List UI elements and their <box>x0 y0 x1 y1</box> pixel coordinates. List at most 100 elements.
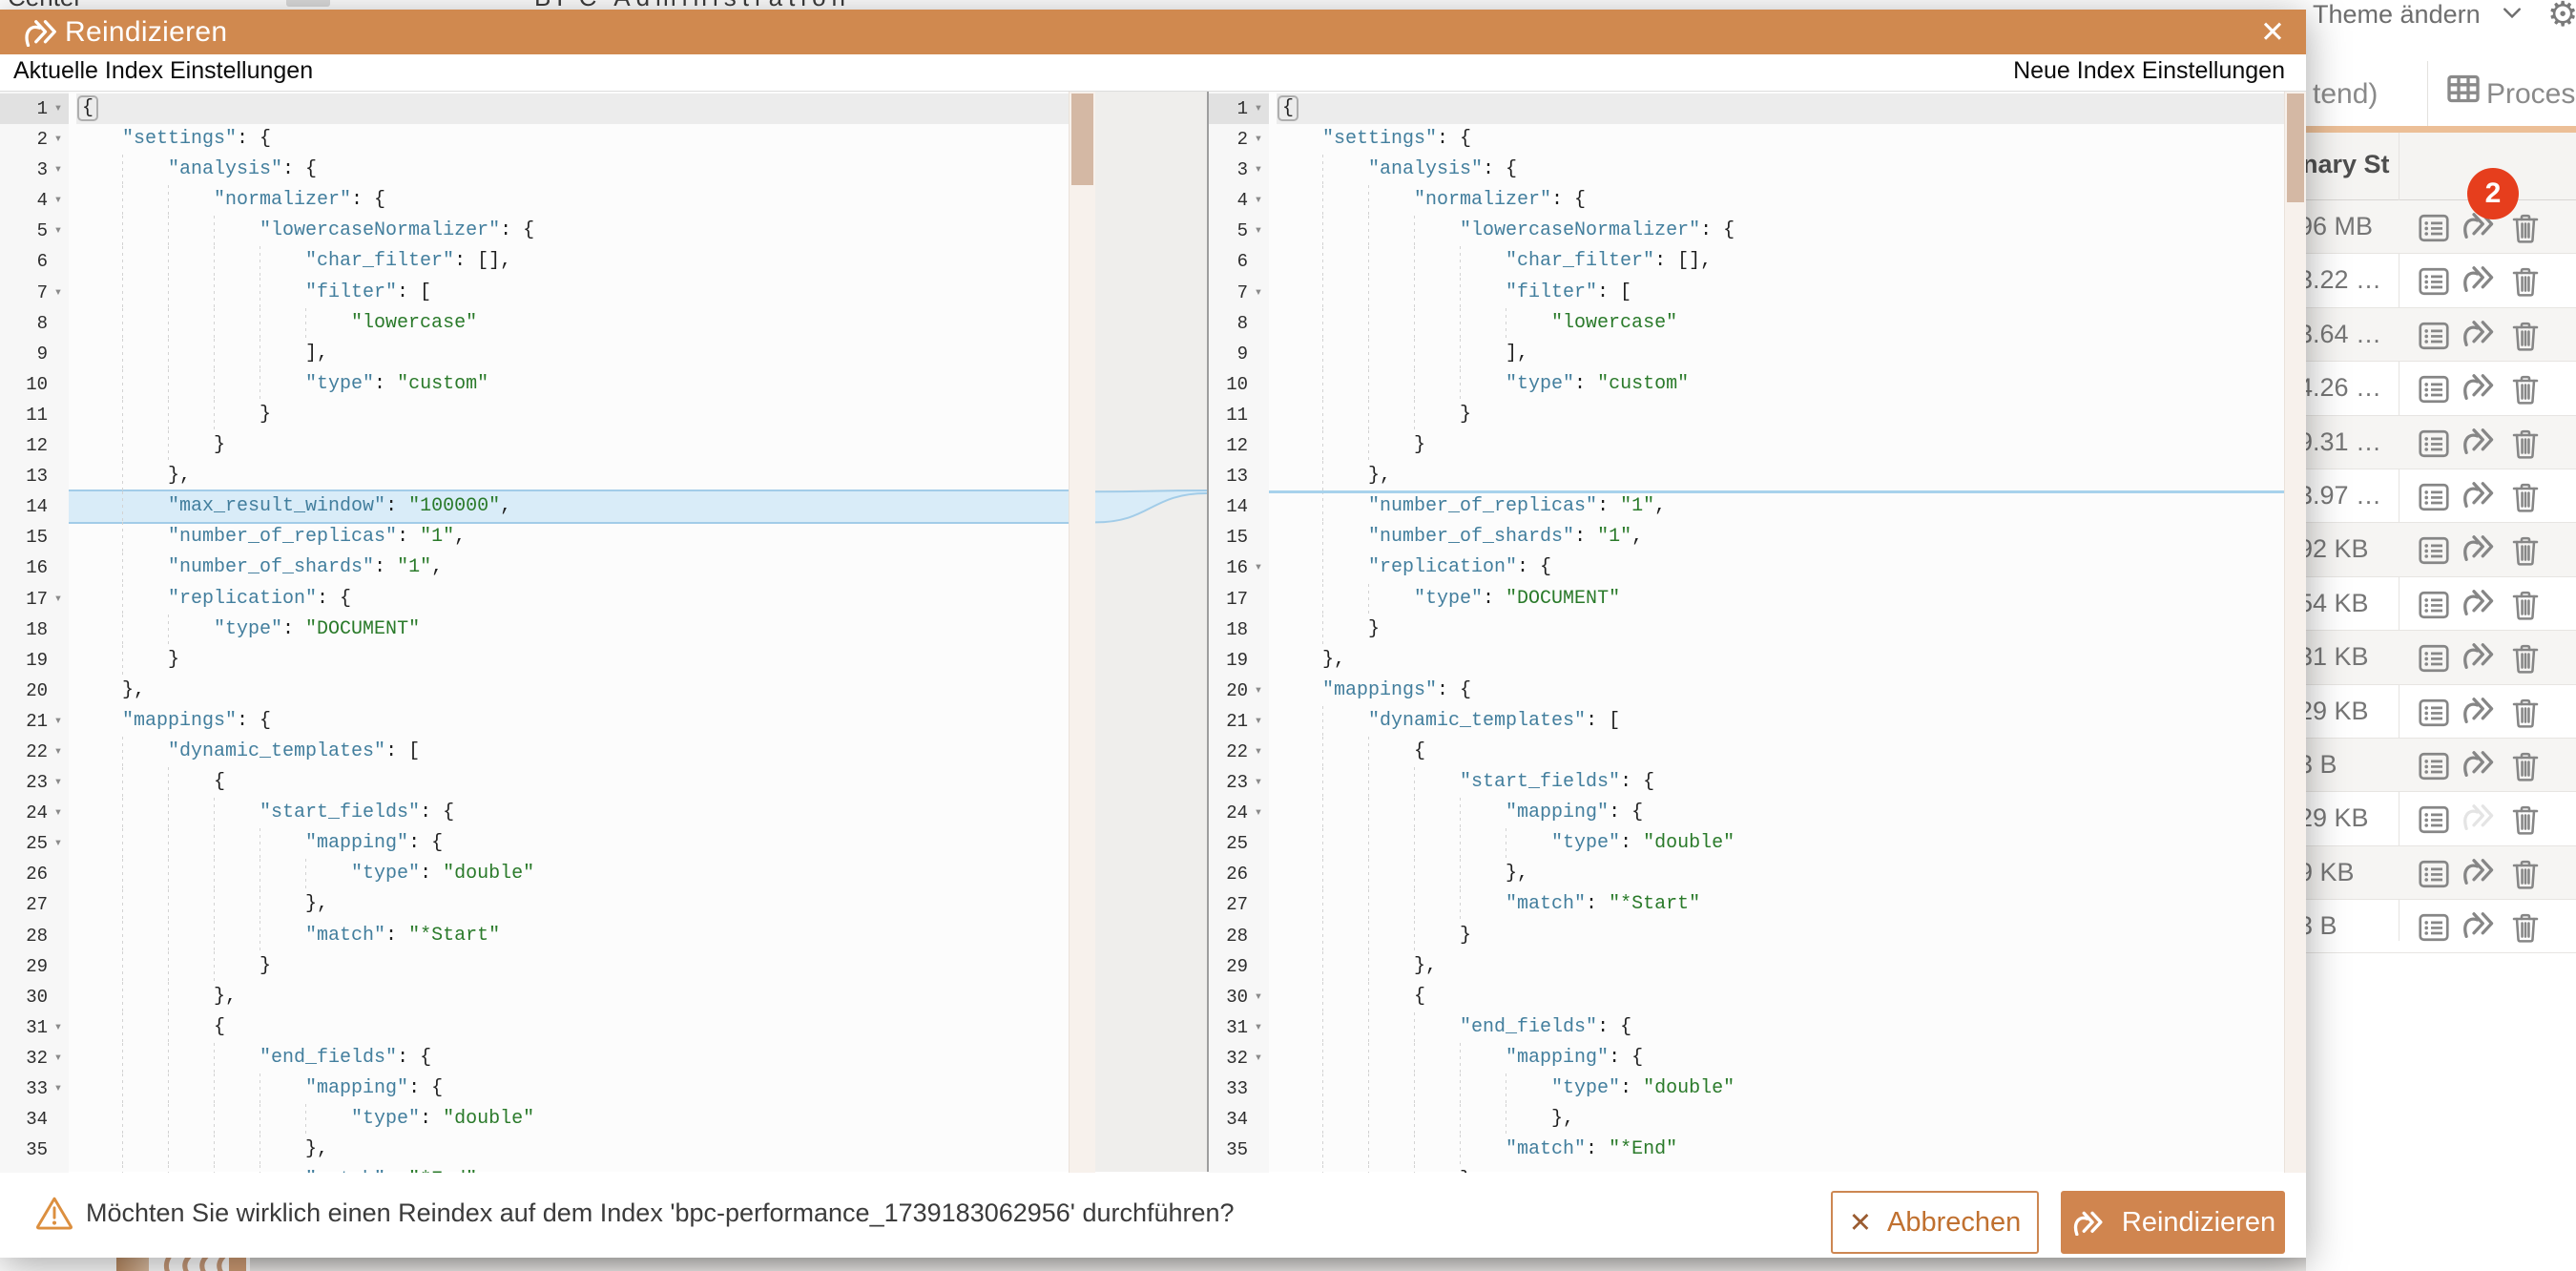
fold-arrow-icon[interactable]: ▾ <box>48 737 69 767</box>
share-icon[interactable] <box>2460 588 2498 615</box>
scrollbar[interactable] <box>2284 92 2306 1173</box>
delete-icon[interactable] <box>2508 533 2543 568</box>
delete-icon[interactable] <box>2508 802 2543 837</box>
notification-badge: 2 <box>2467 168 2519 219</box>
scrollbar-thumb[interactable] <box>2287 94 2304 202</box>
fold-arrow-icon[interactable]: ▾ <box>1248 1012 1269 1043</box>
theme-select[interactable]: Theme ändern <box>2313 0 2481 30</box>
delete-icon[interactable] <box>2508 857 2543 891</box>
file-size: 3 B <box>2306 739 2337 791</box>
fold-arrow-icon[interactable]: ▾ <box>48 155 69 185</box>
details-icon[interactable] <box>2417 802 2451 837</box>
details-icon[interactable] <box>2417 533 2451 568</box>
fold-spacer <box>48 552 69 583</box>
share-icon[interactable] <box>2460 480 2498 508</box>
delete-icon[interactable] <box>2508 641 2543 676</box>
fold-arrow-icon[interactable]: ▾ <box>1248 94 1269 124</box>
fold-arrow-icon[interactable]: ▾ <box>1248 737 1269 767</box>
code-line: } <box>76 430 1077 461</box>
scrollbar[interactable] <box>1069 92 1095 1173</box>
fold-arrow-icon[interactable]: ▾ <box>48 278 69 308</box>
delete-icon[interactable] <box>2508 588 2543 622</box>
share-icon[interactable] <box>2460 319 2498 346</box>
editor-current-settings[interactable]: 1▾2▾3▾4▾5▾67▾891011121314151617▾18192021… <box>0 92 1095 1173</box>
fold-arrow-icon[interactable]: ▾ <box>1248 706 1269 737</box>
gutter-line: 23▾ <box>0 767 69 798</box>
fold-arrow-icon[interactable]: ▾ <box>48 1073 69 1104</box>
details-icon[interactable] <box>2417 857 2451 891</box>
delete-icon[interactable] <box>2508 696 2543 730</box>
fold-arrow-icon[interactable]: ▾ <box>1248 982 1269 1012</box>
line-number: 27 <box>1209 889 1248 920</box>
delete-icon[interactable] <box>2508 480 2543 514</box>
details-icon[interactable] <box>2417 319 2451 353</box>
fold-arrow-icon[interactable]: ▾ <box>1248 798 1269 828</box>
delete-icon[interactable] <box>2508 910 2543 945</box>
cancel-button[interactable]: ✕ Abbrechen <box>1831 1191 2039 1254</box>
fold-arrow-icon[interactable]: ▾ <box>48 1012 69 1043</box>
delete-icon[interactable] <box>2508 264 2543 299</box>
cancel-button-label: Abbrechen <box>1887 1207 2021 1239</box>
share-icon[interactable] <box>2460 641 2498 669</box>
code-area[interactable]: {"settings": {"analysis": {"normalizer":… <box>1269 92 2293 1173</box>
fold-arrow-icon[interactable]: ▾ <box>48 124 69 155</box>
tab-process[interactable]: Process <box>2428 57 2576 126</box>
fold-arrow-icon[interactable]: ▾ <box>48 584 69 615</box>
details-icon[interactable] <box>2417 696 2451 730</box>
share-icon[interactable] <box>2460 910 2498 938</box>
fold-arrow-icon[interactable]: ▾ <box>1248 767 1269 798</box>
fold-arrow-icon[interactable]: ▾ <box>48 798 69 828</box>
fold-arrow-icon[interactable]: ▾ <box>1248 216 1269 246</box>
share-icon[interactable] <box>2460 857 2498 885</box>
file-size: 3.64 … <box>2306 308 2381 361</box>
delete-icon[interactable] <box>2508 372 2543 406</box>
details-icon[interactable] <box>2417 641 2451 676</box>
gear-icon[interactable]: ⚙ <box>2547 0 2576 34</box>
details-icon[interactable] <box>2417 264 2451 299</box>
editor-new-settings[interactable]: 1▾2▾3▾4▾5▾67▾8910111213141516▾17181920▾2… <box>1209 92 2306 1173</box>
fold-arrow-icon[interactable]: ▾ <box>48 216 69 246</box>
fold-arrow-icon[interactable]: ▾ <box>1248 676 1269 706</box>
details-icon[interactable] <box>2417 749 2451 783</box>
fold-arrow-icon[interactable]: ▾ <box>48 828 69 859</box>
fold-arrow-icon[interactable]: ▾ <box>48 767 69 798</box>
fold-arrow-icon[interactable]: ▾ <box>48 706 69 737</box>
details-icon[interactable] <box>2417 427 2451 461</box>
code-line: "type": "DOCUMENT" <box>1277 584 2293 615</box>
reindex-button[interactable]: Reindizieren <box>2061 1191 2285 1254</box>
code-line: }, <box>1277 461 2293 491</box>
gutter-line: 35 <box>1209 1135 1269 1165</box>
share-icon[interactable] <box>2460 696 2498 723</box>
fold-arrow-icon[interactable]: ▾ <box>1248 552 1269 583</box>
details-icon[interactable] <box>2417 910 2451 945</box>
close-icon[interactable]: ✕ <box>2260 14 2285 51</box>
details-icon[interactable] <box>2417 588 2451 622</box>
delete-icon[interactable] <box>2508 319 2543 353</box>
details-icon[interactable] <box>2417 480 2451 514</box>
line-number: 5 <box>0 216 48 246</box>
fold-arrow-icon[interactable]: ▾ <box>48 94 69 124</box>
gutter-line: 5▾ <box>1209 216 1269 246</box>
share-icon[interactable] <box>2460 802 2498 830</box>
details-icon[interactable] <box>2417 372 2451 406</box>
code-area[interactable]: {"settings": {"analysis": {"normalizer":… <box>69 92 1077 1173</box>
share-icon[interactable] <box>2460 427 2498 454</box>
fold-arrow-icon[interactable]: ▾ <box>1248 1043 1269 1073</box>
share-icon[interactable] <box>2460 372 2498 400</box>
delete-icon[interactable] <box>2508 749 2543 783</box>
tab-backend[interactable]: tend) <box>2313 78 2378 111</box>
fold-arrow-icon[interactable]: ▾ <box>1248 124 1269 155</box>
fold-arrow-icon[interactable]: ▾ <box>1248 155 1269 185</box>
share-icon[interactable] <box>2460 749 2498 777</box>
share-icon[interactable] <box>2460 533 2498 561</box>
share-icon[interactable] <box>2460 264 2498 292</box>
details-icon[interactable] <box>2417 211 2451 245</box>
file-size: 3.97 … <box>2306 469 2381 522</box>
delete-icon[interactable] <box>2508 427 2543 461</box>
fold-arrow-icon[interactable]: ▾ <box>1248 278 1269 308</box>
scrollbar-thumb[interactable] <box>1071 94 1093 185</box>
fold-arrow-icon[interactable]: ▾ <box>48 185 69 216</box>
fold-arrow-icon[interactable]: ▾ <box>1248 185 1269 216</box>
delete-icon[interactable] <box>2508 211 2543 245</box>
fold-arrow-icon[interactable]: ▾ <box>48 1043 69 1073</box>
